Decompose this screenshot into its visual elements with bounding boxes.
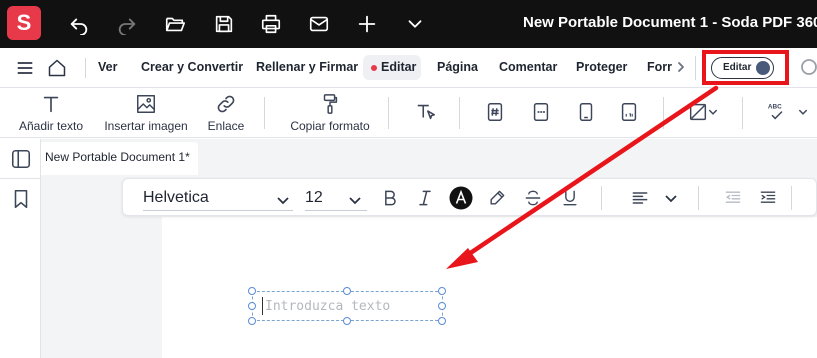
font-size-value: 12	[305, 189, 323, 206]
strikethrough-icon[interactable]	[521, 186, 545, 210]
text-tool-icon	[43, 96, 59, 113]
divider	[601, 186, 602, 210]
phone-field-icon[interactable]	[574, 100, 598, 124]
menu-item-proteger[interactable]: Proteger	[576, 60, 627, 74]
divider	[791, 186, 792, 210]
resize-handle[interactable]	[438, 302, 446, 310]
resize-handle[interactable]	[248, 317, 256, 325]
add-text-label: Añadir texto	[18, 119, 84, 133]
plus-icon[interactable]	[355, 12, 379, 36]
scroll-right-button[interactable]	[674, 58, 688, 76]
menu-item-editar[interactable]: Editar	[381, 60, 416, 74]
text-select-icon[interactable]	[414, 100, 438, 124]
svg-text:ABC: ABC	[768, 103, 782, 110]
insert-image-tool[interactable]: Insertar imagen	[104, 93, 188, 133]
resize-handle[interactable]	[343, 317, 351, 325]
print-icon[interactable]	[259, 12, 283, 36]
add-text-tool[interactable]: Añadir texto	[18, 93, 84, 133]
resize-handle[interactable]	[248, 302, 256, 310]
chevron-down-icon	[277, 197, 289, 205]
hamburger-menu-icon[interactable]	[13, 56, 37, 80]
text-color-icon[interactable]	[449, 186, 473, 210]
undo-icon[interactable]	[67, 12, 91, 36]
divider	[85, 58, 86, 78]
divider	[698, 186, 699, 210]
link-label: Enlace	[207, 119, 245, 133]
menu-item-formularios[interactable]: Forr	[647, 60, 672, 74]
align-left-icon[interactable]	[628, 186, 652, 210]
divider	[663, 97, 664, 129]
text-field-icon[interactable]	[529, 100, 553, 124]
font-size-select[interactable]: 12	[305, 186, 367, 211]
menu-item-rellenar-firmar[interactable]: Rellenar y Firmar	[256, 60, 358, 74]
increase-indent-icon[interactable]	[756, 186, 780, 210]
link-tool[interactable]: Enlace	[207, 93, 245, 133]
highlight-icon[interactable]	[485, 186, 509, 210]
menu-item-comentar[interactable]: Comentar	[499, 60, 557, 74]
annotation-highlight-box	[702, 50, 789, 85]
tab-document[interactable]: New Portable Document 1*	[41, 142, 198, 175]
window-title: New Portable Document 1 - Soda PDF 360 B…	[523, 14, 817, 31]
bookmark-icon[interactable]	[9, 187, 33, 211]
side-panel	[0, 139, 41, 358]
number-field-icon[interactable]	[483, 100, 507, 124]
chevron-down-icon	[349, 197, 361, 205]
search-icon[interactable]	[797, 56, 817, 80]
active-indicator-dot	[371, 65, 377, 71]
link-icon	[217, 95, 235, 113]
copy-format-tool[interactable]: Copiar formato	[288, 93, 372, 133]
menu-item-pagina[interactable]: Página	[437, 60, 478, 74]
pdf-page[interactable]	[162, 217, 817, 358]
decrease-indent-icon[interactable]	[721, 186, 745, 210]
divider	[459, 97, 460, 129]
insert-image-label: Insertar imagen	[104, 119, 188, 133]
font-family-value: Helvetica	[143, 189, 209, 206]
divider	[388, 97, 389, 129]
italic-icon[interactable]	[413, 186, 437, 210]
divider	[0, 178, 41, 179]
text-format-bar: Helvetica 12	[122, 178, 817, 216]
redo-icon[interactable]	[115, 12, 139, 36]
font-family-select[interactable]: Helvetica	[143, 186, 293, 211]
resize-handle[interactable]	[438, 287, 446, 295]
chevron-down-icon[interactable]	[659, 186, 683, 210]
bold-icon[interactable]	[378, 186, 402, 210]
home-icon[interactable]	[45, 56, 69, 80]
divider	[264, 97, 265, 129]
image-icon	[137, 95, 155, 113]
mail-icon[interactable]	[307, 12, 331, 36]
chevron-down-icon[interactable]	[706, 100, 720, 124]
underline-icon[interactable]	[558, 186, 582, 210]
binary-field-icon[interactable]	[617, 100, 641, 124]
text-box-input[interactable]	[262, 297, 437, 315]
resize-handle[interactable]	[248, 287, 256, 295]
chevron-down-icon[interactable]	[403, 12, 427, 36]
resize-handle[interactable]	[438, 317, 446, 325]
title-bar: S New Portable Document 1 - Soda PDF 360…	[0, 0, 817, 48]
paint-roller-icon	[323, 94, 338, 114]
divider	[742, 97, 743, 129]
app-logo[interactable]: S	[7, 6, 41, 40]
copy-format-label: Copiar formato	[290, 119, 370, 133]
chevron-down-icon[interactable]	[796, 100, 810, 124]
resize-handle[interactable]	[343, 287, 351, 295]
divider	[695, 56, 696, 80]
panel-toggle-icon[interactable]	[9, 147, 33, 171]
menu-item-crear-convertir[interactable]: Crear y Convertir	[141, 60, 243, 74]
save-icon[interactable]	[212, 12, 236, 36]
spell-check-icon[interactable]: ABC	[765, 100, 789, 124]
open-folder-icon[interactable]	[163, 12, 187, 36]
menu-item-ver[interactable]: Ver	[98, 60, 117, 74]
